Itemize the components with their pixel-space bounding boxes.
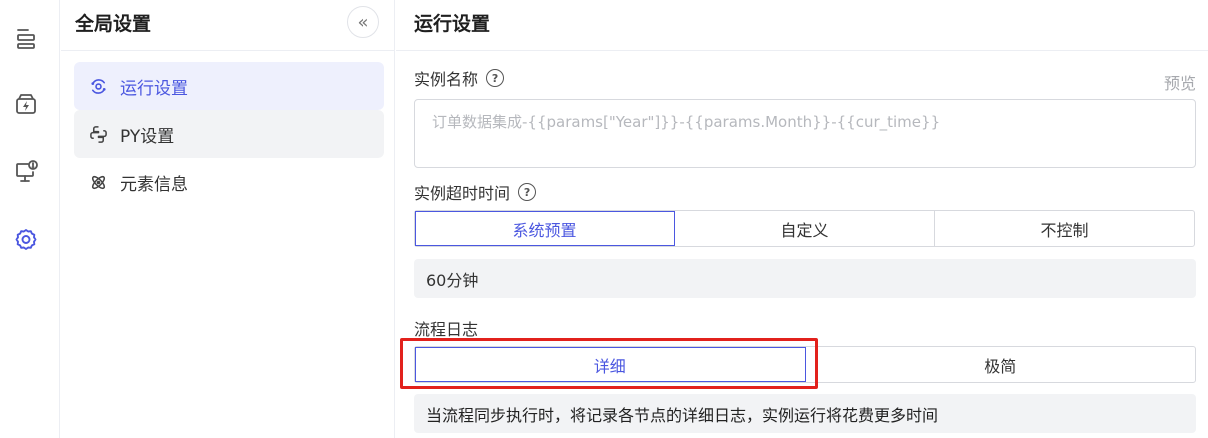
- timeout-option-custom[interactable]: 自定义: [675, 211, 935, 246]
- help-icon[interactable]: ?: [486, 69, 505, 87]
- sidebar-item-py-settings[interactable]: PY设置: [74, 110, 384, 158]
- run-settings-icon: [88, 76, 108, 96]
- sidebar-item-run-settings[interactable]: 运行设置: [74, 62, 384, 110]
- sidebar-divider: [61, 50, 394, 51]
- gear-icon[interactable]: [10, 224, 42, 256]
- double-chevron-left-icon: «: [357, 11, 369, 33]
- sidebar-item-element-info[interactable]: 元素信息: [74, 158, 384, 206]
- collapse-sidebar-button[interactable]: «: [347, 6, 379, 38]
- flow-log-option-detailed[interactable]: 详细: [415, 347, 806, 382]
- sidebar-title: 全局设置: [75, 13, 152, 35]
- timeout-label: 实例超时时间: [414, 184, 511, 203]
- instance-name-input[interactable]: 订单数据集成-{{params["Year"]}}-{{params.Month…: [414, 99, 1196, 168]
- layers-icon[interactable]: [10, 22, 42, 54]
- python-icon: [88, 124, 108, 144]
- instance-name-label-row: 实例名称 ?: [414, 66, 505, 90]
- timeout-segmented-control: 系统预置 自定义 不控制: [414, 210, 1195, 247]
- run-settings-panel: 运行设置 实例名称 ? 预览 订单数据集成-{{params["Year"]}}…: [396, 0, 1208, 438]
- flash-box-icon[interactable]: [10, 88, 42, 120]
- instance-name-label: 实例名称: [414, 70, 479, 89]
- sidebar-item-label: PY设置: [120, 126, 175, 147]
- header-divider: [396, 50, 1208, 51]
- element-info-icon: [88, 172, 108, 192]
- timeout-option-no-limit[interactable]: 不控制: [935, 211, 1194, 246]
- sidebar-item-label: 元素信息: [120, 174, 188, 195]
- flow-log-option-minimal[interactable]: 极简: [806, 347, 1196, 382]
- timeout-label-row: 实例超时时间 ?: [414, 180, 537, 204]
- icon-rail: [0, 0, 60, 438]
- timeout-value-display: 60分钟: [414, 259, 1196, 298]
- timeout-option-system-preset[interactable]: 系统预置: [415, 211, 675, 246]
- flow-log-description: 当流程同步执行时，将记录各节点的详细日志，实例运行将花费更多时间: [414, 394, 1196, 433]
- settings-sidebar: 全局设置 « 运行设置 PY设置 元素信息: [61, 0, 395, 438]
- flow-log-label: 流程日志: [414, 320, 479, 339]
- flow-log-segmented-control: 详细 极简: [414, 346, 1196, 383]
- help-icon[interactable]: ?: [518, 183, 537, 201]
- flow-log-label-row: 流程日志: [414, 316, 478, 340]
- sidebar-item-label: 运行设置: [120, 78, 188, 99]
- monitor-alert-icon[interactable]: [10, 156, 42, 188]
- preview-link[interactable]: 预览: [1164, 70, 1196, 94]
- page-title: 运行设置: [414, 13, 491, 35]
